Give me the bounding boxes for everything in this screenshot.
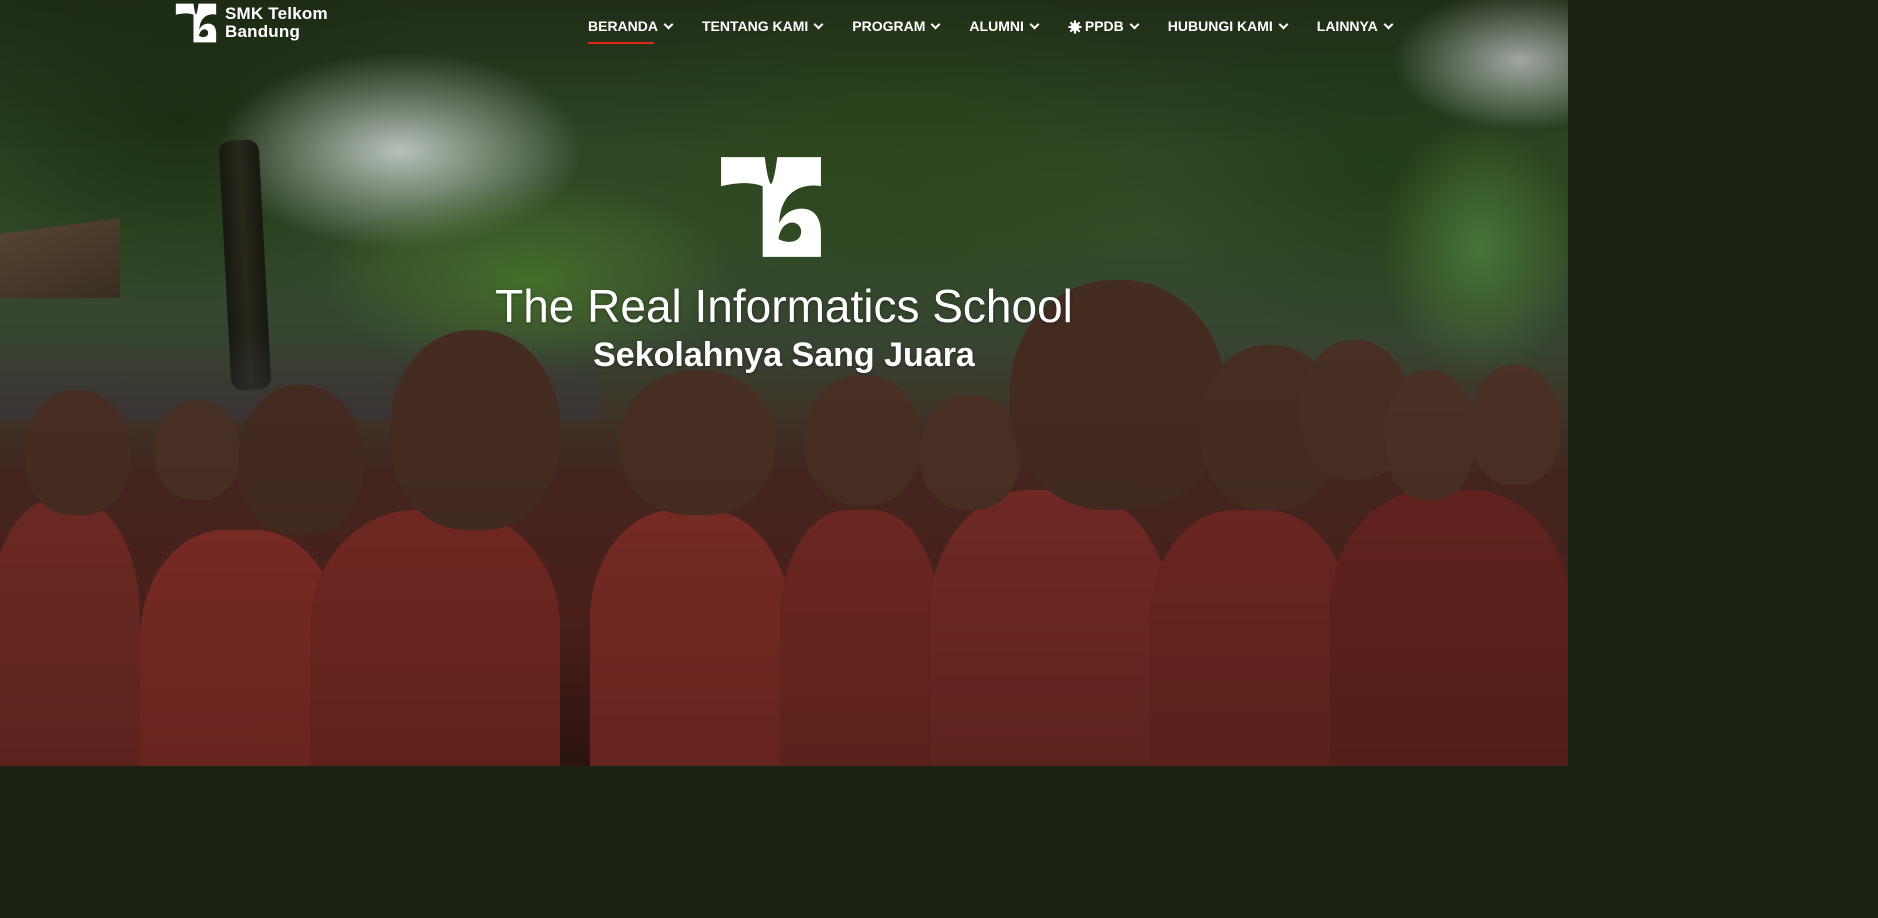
school-logo-icon [175, 3, 217, 43]
nav-item-label: TENTANG KAMI [702, 18, 809, 34]
nav-item-lainnya[interactable]: LAINNYA [1316, 16, 1394, 36]
hero-logo [718, 155, 824, 264]
chevron-down-icon [1129, 19, 1140, 29]
hero-section: SMK Telkom Bandung BERANDA TENTANG KAMI … [0, 0, 1568, 766]
chevron-down-icon [1383, 19, 1394, 29]
nav-item-tentang-kami[interactable]: TENTANG KAMI [702, 16, 824, 36]
hero-subtitle: Sekolahnya Sang Juara [593, 336, 975, 374]
nav-item-program[interactable]: PROGRAM [852, 16, 941, 36]
school-emblem-icon [721, 157, 821, 257]
chevron-down-icon [813, 19, 824, 29]
nav-item-ppdb[interactable]: PPDB [1068, 16, 1140, 36]
site-logo[interactable]: SMK Telkom Bandung [175, 2, 328, 44]
logo-line-1: SMK Telkom [225, 4, 328, 23]
nav-item-label: BERANDA [588, 18, 658, 34]
chevron-down-icon [930, 19, 941, 29]
nav-item-label: PROGRAM [852, 18, 926, 34]
background-shade [0, 0, 1568, 766]
chevron-down-icon [1278, 19, 1289, 29]
nav-item-beranda[interactable]: BERANDA [588, 16, 674, 44]
hero-title: The Real Informatics School [495, 280, 1073, 332]
nav-item-label: HUBUNGI KAMI [1167, 18, 1273, 34]
nav-item-label: ALUMNI [969, 18, 1024, 34]
background-students [0, 280, 1568, 766]
gear-icon [1068, 19, 1082, 34]
nav-item-label: PPDB [1084, 18, 1124, 34]
main-nav: BERANDA TENTANG KAMI PROGRAM ALUMNI PPDB… [588, 16, 1394, 44]
nav-item-alumni[interactable]: ALUMNI [969, 16, 1040, 36]
chevron-down-icon [1029, 19, 1040, 29]
nav-item-label: LAINNYA [1316, 18, 1378, 34]
nav-item-hubungi-kami[interactable]: HUBUNGI KAMI [1167, 16, 1289, 36]
logo-line-2: Bandung [225, 22, 301, 41]
chevron-down-icon [663, 19, 674, 29]
